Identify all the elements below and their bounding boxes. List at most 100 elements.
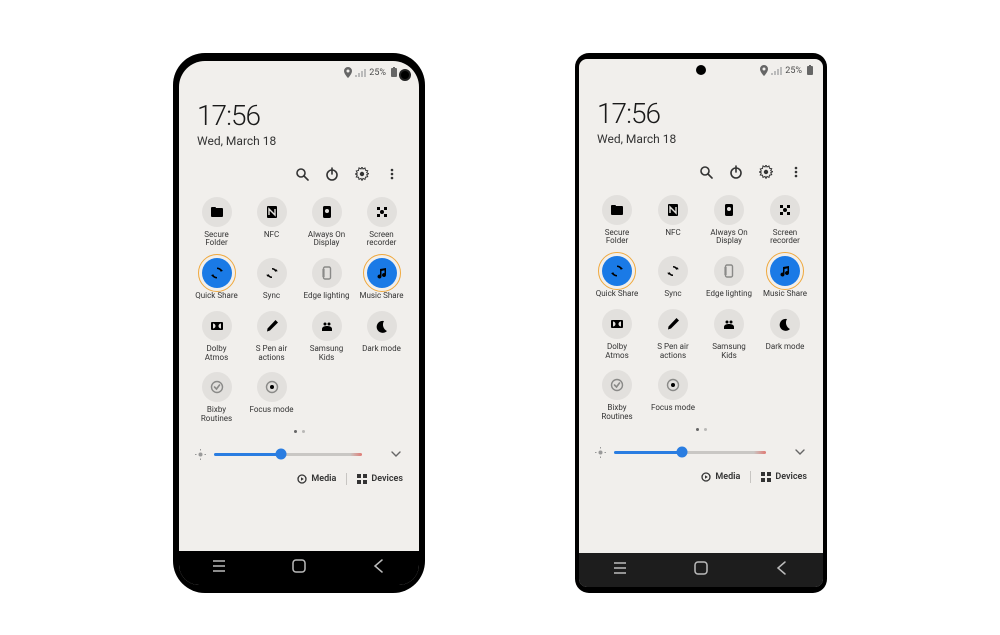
tile-edge-lighting[interactable]: Edge lighting [299, 258, 354, 301]
nav-recents[interactable] [611, 559, 629, 581]
tile-dark-mode[interactable]: Dark mode [757, 309, 813, 361]
tile-secure-folder[interactable]: SecureFolder [189, 197, 244, 249]
tile-sync[interactable]: Sync [244, 258, 299, 301]
status-bar: 25% [179, 61, 419, 85]
separator [750, 471, 751, 483]
tile-focus-mode[interactable]: Focus mode [244, 372, 299, 424]
tile-dolby-atmos[interactable]: DolbyAtmos [189, 311, 244, 363]
tile-label: NFC [665, 229, 680, 238]
tile-label: Screenrecorder [770, 229, 800, 247]
signal-icon [771, 67, 782, 75]
tile-dolby-atmos[interactable]: DolbyAtmos [589, 309, 645, 361]
tile-label: NFC [264, 231, 279, 240]
tile-dark-mode[interactable]: Dark mode [354, 311, 409, 363]
tile-label: SecureFolder [204, 231, 228, 249]
battery-pct: 25% [785, 66, 802, 76]
screen: 25% 17:56 Wed, March 18 SecureFolder NFC… [579, 59, 823, 587]
nav-home[interactable] [692, 559, 710, 581]
battery-icon [805, 65, 813, 76]
tile-always-on-display[interactable]: Always OnDisplay [299, 197, 354, 249]
settings-icon[interactable] [355, 166, 369, 185]
panel-header: 17:56 Wed, March 18 [579, 83, 823, 154]
tile-label: Dark mode [766, 343, 805, 352]
tile-label: SamsungKids [310, 345, 344, 363]
battery-icon [389, 67, 397, 78]
brightness-slider[interactable] [614, 451, 766, 454]
tile-quick-share[interactable]: Quick Share [589, 256, 645, 299]
tile-focus-mode[interactable]: Focus mode [645, 370, 701, 422]
clock-date: Wed, March 18 [597, 132, 805, 146]
tile-edge-lighting[interactable]: Edge lighting [701, 256, 757, 299]
tile-label: DolbyAtmos [605, 343, 628, 361]
tile-music-share[interactable]: Music Share [757, 256, 813, 299]
nav-back[interactable] [370, 557, 388, 579]
nav-bar [579, 553, 823, 587]
media-button[interactable]: Media [297, 474, 336, 484]
media-label: Media [715, 472, 740, 482]
media-icon [701, 472, 711, 482]
media-button[interactable]: Media [701, 472, 740, 482]
panel-header: 17:56 Wed, March 18 [179, 85, 419, 156]
tile-label: Sync [263, 292, 280, 301]
devices-button[interactable]: Devices [761, 472, 807, 482]
page-dots [179, 430, 419, 433]
more-icon[interactable] [385, 166, 399, 185]
separator [346, 473, 347, 485]
brightness-row [579, 437, 823, 467]
tile-s-pen-air-actions[interactable]: S Pen airactions [244, 311, 299, 363]
brightness-slider[interactable] [214, 453, 362, 456]
nav-home[interactable] [290, 557, 308, 579]
power-icon[interactable] [325, 166, 339, 185]
brightness-thumb[interactable] [275, 449, 286, 460]
tile-label: Quick Share [596, 290, 638, 299]
more-icon[interactable] [789, 164, 803, 183]
search-icon[interactable] [295, 166, 309, 185]
tile-nfc[interactable]: NFC [645, 195, 701, 247]
tile-bixby-routines[interactable]: BixbyRoutines [189, 372, 244, 424]
tile-label: S Pen airactions [657, 343, 688, 361]
nav-back[interactable] [773, 559, 791, 581]
tile-sync[interactable]: Sync [645, 256, 701, 299]
tile-label: Sync [664, 290, 681, 299]
devices-button[interactable]: Devices [357, 474, 403, 484]
tile-quick-share[interactable]: Quick Share [189, 258, 244, 301]
search-icon[interactable] [699, 164, 713, 183]
clock-time: 17:56 [597, 97, 805, 130]
tile-nfc[interactable]: NFC [244, 197, 299, 249]
tile-label: Focus mode [250, 406, 294, 415]
settings-icon[interactable] [759, 164, 773, 183]
phone-s10: 25% 17:56 Wed, March 18 SecureFolder NFC… [173, 53, 425, 593]
devices-icon [357, 474, 367, 484]
devices-label: Devices [775, 472, 807, 482]
chevron-down-icon[interactable] [793, 445, 807, 459]
tile-music-share[interactable]: Music Share [354, 258, 409, 301]
tile-label: Music Share [763, 290, 807, 299]
brightness-low-icon [195, 449, 206, 460]
tile-s-pen-air-actions[interactable]: S Pen airactions [645, 309, 701, 361]
battery-pct: 25% [369, 68, 386, 78]
tile-label: BixbyRoutines [601, 404, 632, 422]
tile-bixby-routines[interactable]: BixbyRoutines [589, 370, 645, 422]
tile-samsung-kids[interactable]: SamsungKids [701, 309, 757, 361]
tile-always-on-display[interactable]: Always OnDisplay [701, 195, 757, 247]
bottom-bar: Media Devices [179, 469, 419, 491]
tile-secure-folder[interactable]: SecureFolder [589, 195, 645, 247]
quick-settings-grid: SecureFolder NFC Always OnDisplay Screen… [579, 189, 823, 423]
screen: 25% 17:56 Wed, March 18 SecureFolder NFC… [179, 61, 419, 585]
tile-label: SecureFolder [605, 229, 629, 247]
tile-screen-recorder[interactable]: Screenrecorder [354, 197, 409, 249]
nav-recents[interactable] [210, 557, 228, 579]
media-icon [297, 474, 307, 484]
tile-label: Edge lighting [706, 290, 752, 299]
location-icon [758, 65, 768, 76]
tile-samsung-kids[interactable]: SamsungKids [299, 311, 354, 363]
tile-label: Dark mode [362, 345, 401, 354]
brightness-thumb[interactable] [677, 447, 688, 458]
chevron-down-icon[interactable] [389, 447, 403, 461]
bottom-bar: Media Devices [579, 467, 823, 489]
brightness-low-icon [595, 447, 606, 458]
tile-label: Music Share [359, 292, 403, 301]
power-icon[interactable] [729, 164, 743, 183]
tile-screen-recorder[interactable]: Screenrecorder [757, 195, 813, 247]
tile-label: DolbyAtmos [205, 345, 228, 363]
